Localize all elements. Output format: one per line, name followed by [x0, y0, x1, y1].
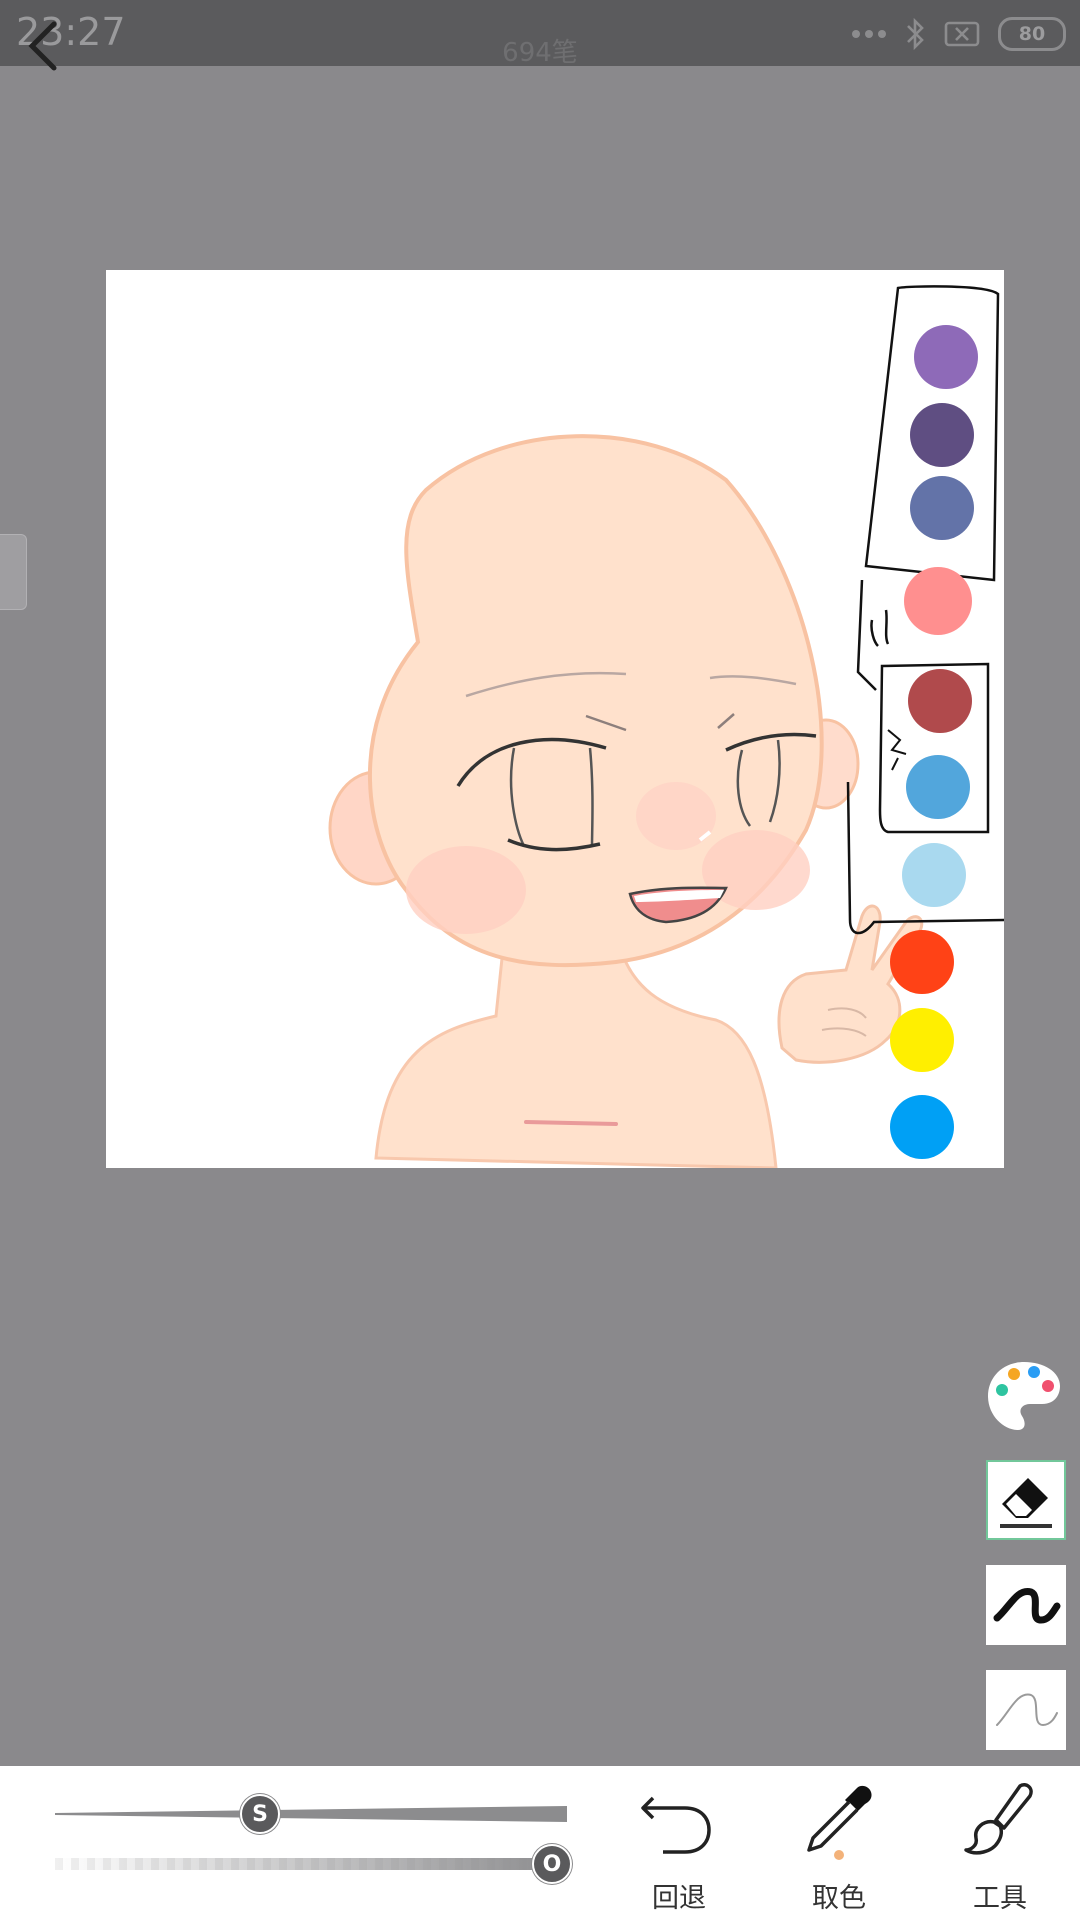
eyedropper-icon — [807, 1785, 872, 1852]
stroke-count: 694笔 — [502, 38, 578, 68]
swatch-dark-purple[interactable] — [910, 403, 974, 467]
brush-size-track[interactable] — [55, 1806, 567, 1822]
eraser-button[interactable] — [986, 1460, 1066, 1540]
opacity-track[interactable] — [55, 1858, 567, 1870]
swatch-blue[interactable] — [906, 755, 970, 819]
thick-pen-button[interactable] — [986, 1565, 1066, 1645]
thick-pen-icon — [993, 1588, 1061, 1624]
opacity-thumb[interactable]: O — [532, 1844, 572, 1884]
color-swatches — [890, 325, 978, 1159]
swatch-light-blue[interactable] — [902, 843, 966, 907]
picker-label: 取色 — [812, 1883, 866, 1914]
picker-color-dot — [834, 1850, 844, 1860]
swatch-sky-blue[interactable] — [890, 1095, 954, 1159]
brush-tools-icon — [964, 1783, 1033, 1855]
brush-size-slider[interactable]: S — [55, 1794, 567, 1834]
swatch-dark-red[interactable] — [908, 669, 972, 733]
bottom-toolbar — [0, 1766, 1080, 1920]
opacity-slider[interactable]: O — [55, 1844, 572, 1884]
eraser-icon — [1000, 1478, 1052, 1528]
drawing-canvas[interactable] — [106, 270, 1004, 1168]
swatch-orange-red[interactable] — [890, 930, 954, 994]
tools-label: 工具 — [973, 1883, 1027, 1914]
undo-label: 回退 — [652, 1883, 706, 1914]
color-picker-button[interactable]: 取色 — [774, 1780, 904, 1914]
swatch-yellow[interactable] — [890, 1008, 954, 1072]
swatch-pink[interactable] — [904, 567, 972, 635]
character-drawing — [328, 434, 924, 1168]
palette-icon[interactable] — [984, 1356, 1064, 1436]
swatch-slate-blue[interactable] — [910, 476, 974, 540]
tools-button[interactable]: 工具 — [935, 1780, 1065, 1914]
thin-pen-icon — [996, 1693, 1058, 1727]
undo-button[interactable]: 回退 — [614, 1780, 744, 1914]
layer-drawer-handle[interactable] — [0, 534, 27, 610]
undo-icon — [641, 1796, 711, 1854]
swatch-purple[interactable] — [914, 325, 978, 389]
thin-pen-button[interactable] — [986, 1670, 1066, 1750]
brush-size-thumb[interactable]: S — [240, 1794, 280, 1834]
